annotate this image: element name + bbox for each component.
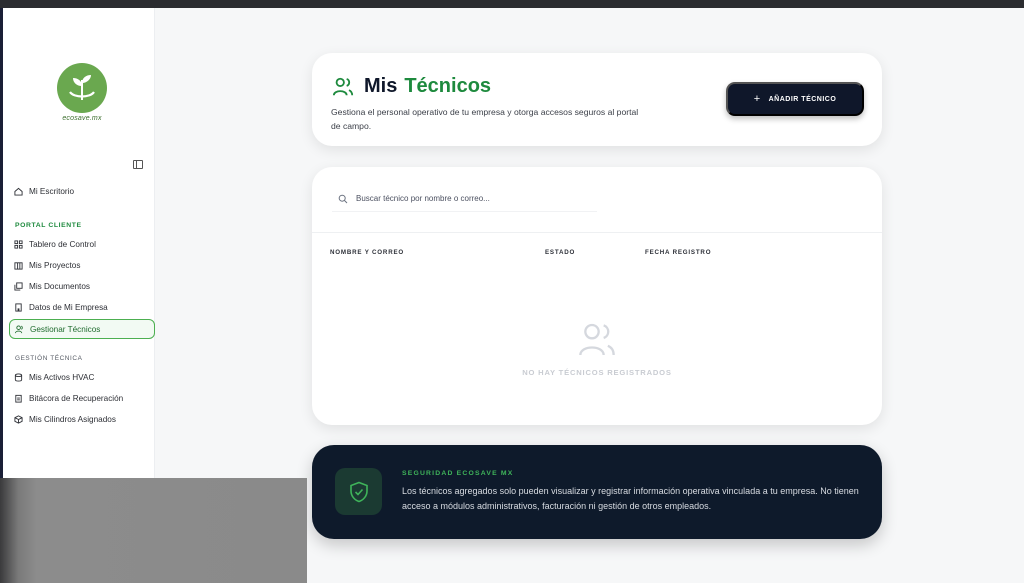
background-overlay xyxy=(0,478,307,583)
users-icon xyxy=(332,76,354,98)
leaf-hands-icon xyxy=(57,63,107,113)
users-icon xyxy=(15,324,24,334)
sidebar-item-label: Gestionar Técnicos xyxy=(30,324,101,334)
column-header-nombre[interactable]: NOMBRE Y CORREO xyxy=(330,249,404,256)
column-header-estado[interactable]: ESTADO xyxy=(545,249,575,256)
documents-icon xyxy=(14,281,23,291)
search-input[interactable]: Buscar técnico por nombre o correo... xyxy=(332,186,597,212)
office-icon xyxy=(14,302,23,312)
plus-icon: + xyxy=(753,93,761,105)
table-divider xyxy=(312,232,882,233)
cylinder-box-icon xyxy=(14,414,23,424)
sidebar-item-label: Bitácora de Recuperación xyxy=(29,393,124,403)
ecosave-logo[interactable]: ecosave.mx xyxy=(55,63,109,122)
search-placeholder: Buscar técnico por nombre o correo... xyxy=(356,194,490,203)
logo-text: ecosave.mx xyxy=(62,115,102,122)
building-columns-icon xyxy=(14,261,23,270)
sidebar-item-label: Datos de Mi Empresa xyxy=(29,302,108,312)
sidebar-item-tablero[interactable]: Tablero de Control xyxy=(9,234,155,254)
title-part-2: Técnicos xyxy=(404,75,492,97)
technicians-table-card: Buscar técnico por nombre o correo... NO… xyxy=(312,167,882,425)
sidebar-item-label: Mis Documentos xyxy=(29,281,90,291)
title-part-1: Mis xyxy=(364,75,398,97)
sidebar-item-activos-hvac[interactable]: Mis Activos HVAC xyxy=(9,367,155,387)
page-title: Mis Técnicos xyxy=(332,75,491,98)
grid-icon xyxy=(14,239,23,249)
sidebar-item-cilindros[interactable]: Mis Cilindros Asignados xyxy=(9,409,155,429)
empty-users-icon xyxy=(577,320,617,360)
home-icon xyxy=(14,187,23,196)
sidebar: ecosave.mx Mi Escritorio PORTAL CLIENTE … xyxy=(3,8,155,478)
sidebar-collapse-icon[interactable] xyxy=(133,160,143,169)
sidebar-item-label: Mi Escritorio xyxy=(29,186,75,196)
sidebar-item-gestionar-tecnicos[interactable]: Gestionar Técnicos xyxy=(9,319,155,339)
add-technician-button[interactable]: + AÑADIR TÉCNICO xyxy=(726,82,864,116)
sidebar-item-label: Mis Cilindros Asignados xyxy=(29,414,116,424)
sidebar-item-documentos[interactable]: Mis Documentos xyxy=(9,276,155,296)
column-header-fecha[interactable]: FECHA REGISTRO xyxy=(645,249,711,256)
sidebar-item-proyectos[interactable]: Mis Proyectos xyxy=(9,255,155,275)
security-notice-card: SEGURIDAD ECOSAVE MX Los técnicos agrega… xyxy=(312,445,882,539)
sidebar-item-bitacora[interactable]: Bitácora de Recuperación xyxy=(9,388,155,408)
sidebar-item-label: Mis Proyectos xyxy=(29,260,81,270)
window-top-bar xyxy=(0,0,1024,8)
database-icon xyxy=(14,372,23,382)
shield-check-icon xyxy=(335,468,382,515)
sidebar-item-empresa[interactable]: Datos de Mi Empresa xyxy=(9,297,155,317)
security-text: Los técnicos agregados solo pueden visua… xyxy=(402,486,859,511)
page-description: Gestiona el personal operativo de tu emp… xyxy=(331,107,639,131)
section-label-portal: PORTAL CLIENTE xyxy=(15,222,82,229)
add-button-label: AÑADIR TÉCNICO xyxy=(768,95,837,103)
section-label-tecnica: GESTIÓN TÉCNICA xyxy=(15,355,83,362)
security-label: SEGURIDAD ECOSAVE MX xyxy=(402,470,514,477)
sidebar-item-label: Mis Activos HVAC xyxy=(29,372,95,382)
clipboard-icon xyxy=(14,394,23,403)
sidebar-item-label: Tablero de Control xyxy=(29,239,96,249)
search-icon xyxy=(338,194,348,204)
header-card: Mis Técnicos Gestiona el personal operat… xyxy=(312,53,882,146)
sidebar-item-mi-escritorio[interactable]: Mi Escritorio xyxy=(9,181,155,201)
empty-state-message: NO HAY TÉCNICOS REGISTRADOS xyxy=(522,368,672,377)
